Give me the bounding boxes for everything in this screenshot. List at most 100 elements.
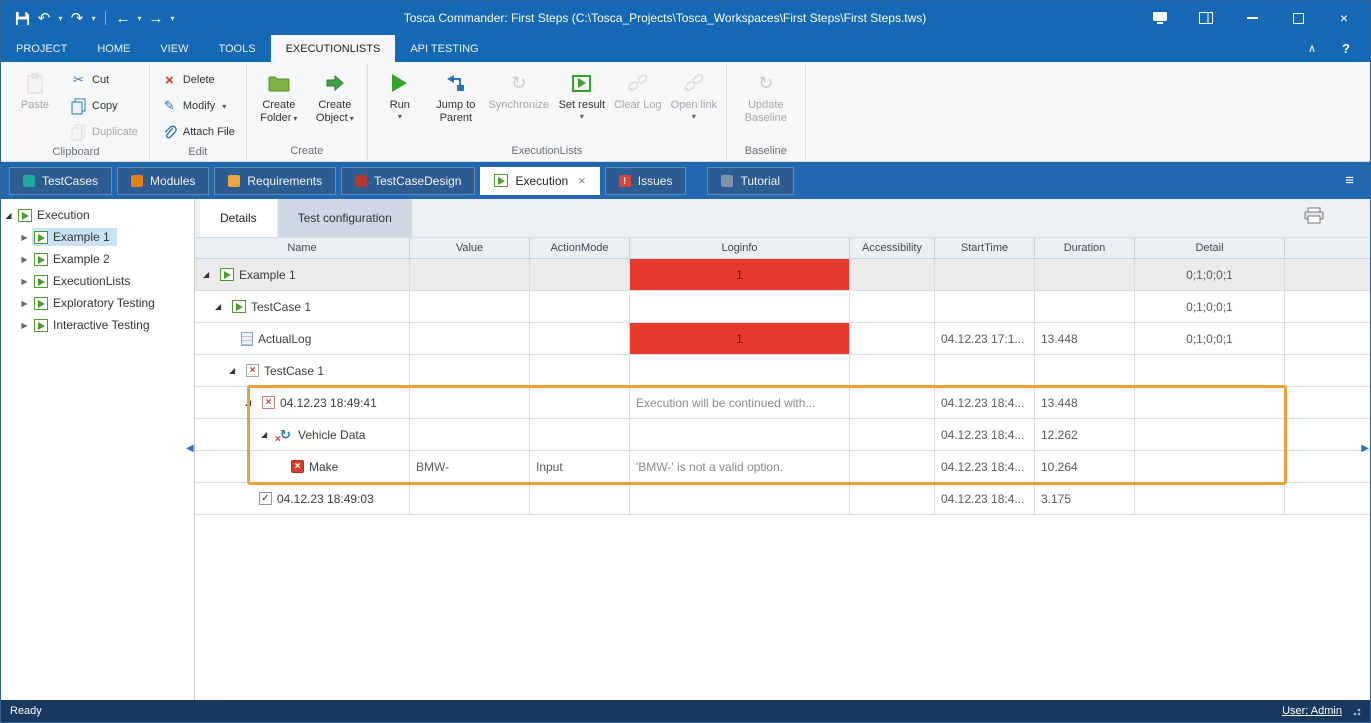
cell-filler (1285, 259, 1370, 291)
create-folder-button[interactable]: Create Folder▾ (251, 66, 307, 144)
redo-icon[interactable]: ↷ (66, 6, 88, 30)
create-object-button[interactable]: Create Object▾ (307, 66, 363, 144)
tab-details[interactable]: Details (200, 199, 277, 237)
cell-detail (1135, 387, 1285, 419)
cell-value (410, 259, 530, 291)
help-icon[interactable]: ? (1342, 41, 1350, 56)
print-icon[interactable] (1304, 207, 1324, 229)
table-row-actuallog[interactable]: ActualLog 1 04.12.23 17:1... 13.448 0;1;… (195, 323, 1370, 355)
table-row-testcase-1[interactable]: ◢ TestCase 1 0;1;0;0;1 (195, 291, 1370, 323)
tree-item-example-1[interactable]: ▶ Example 1 (1, 226, 194, 248)
close-tab-icon[interactable]: × (578, 173, 586, 188)
tree-item-execution[interactable]: ◢ Execution (1, 204, 194, 226)
tab-list-icon[interactable]: ≡ (1345, 172, 1362, 189)
table-row-example-1[interactable]: ◢ Example 1 1 0;1;0;0;1 (195, 259, 1370, 291)
back-dropdown-icon[interactable]: ▾ (134, 14, 145, 23)
collapse-right-panel-icon[interactable]: ▶ (1361, 443, 1369, 454)
group-label-executionlists: ExecutionLists (368, 144, 726, 161)
undo-dropdown-icon[interactable]: ▾ (55, 14, 66, 23)
user-link[interactable]: User: Admin (1282, 705, 1342, 717)
maximize-button[interactable] (1290, 6, 1306, 30)
column-header-name[interactable]: Name (195, 237, 410, 259)
expand-arrow[interactable]: ◢ (215, 302, 227, 311)
expand-arrow[interactable]: ◢ (229, 366, 241, 375)
delete-button[interactable]: × Delete (154, 67, 242, 93)
set-result-button[interactable]: Set result ▾ (554, 66, 610, 144)
column-header-actionmode[interactable]: ActionMode (530, 237, 630, 259)
copy-button[interactable]: Copy (63, 93, 145, 119)
ribbon-tab-project[interactable]: PROJECT (1, 35, 82, 62)
expand-arrow[interactable]: ▶ (17, 299, 32, 308)
tab-testcasedesign[interactable]: TestCaseDesign (341, 167, 475, 195)
minimize-button[interactable] (1244, 6, 1260, 30)
forward-icon[interactable]: → (145, 6, 167, 30)
expand-arrow[interactable]: ◢ (1, 211, 16, 220)
tree-item-example-2[interactable]: ▶ Example 2 (1, 248, 194, 270)
expand-arrow[interactable]: ◢ (245, 398, 257, 407)
layout-icon[interactable] (1198, 6, 1214, 30)
table-row-log-entry-failed[interactable]: ◢ × 04.12.23 18:49:41 Execution will be … (195, 387, 1370, 419)
expand-arrow[interactable]: ◢ (261, 430, 273, 439)
tutorial-icon (721, 175, 733, 187)
column-header-starttime[interactable]: StartTime (935, 237, 1035, 259)
column-header-duration[interactable]: Duration (1035, 237, 1135, 259)
forward-dropdown-icon[interactable]: ▾ (167, 14, 178, 23)
expand-arrow[interactable]: ◢ (203, 270, 215, 279)
create-folder-dropdown-icon[interactable]: ▾ (293, 114, 297, 123)
tab-label: Modules (150, 174, 195, 188)
update-baseline-icon: ↻ (758, 69, 773, 97)
update-baseline-label: Update Baseline (745, 99, 787, 124)
ribbon-tab-tools[interactable]: TOOLS (203, 35, 270, 62)
tree-item-interactive-testing[interactable]: ▶ Interactive Testing (1, 314, 194, 336)
tree-item-executionlists[interactable]: ▶ ExecutionLists (1, 270, 194, 292)
ribbon-tab-home[interactable]: HOME (82, 35, 145, 62)
close-button[interactable]: × (1336, 6, 1352, 30)
column-header-loginfo[interactable]: Loginfo (630, 237, 850, 259)
collapse-left-panel-icon[interactable]: ◀ (186, 443, 194, 454)
expand-arrow[interactable]: ▶ (17, 255, 32, 264)
expand-arrow[interactable]: ▶ (17, 321, 32, 330)
set-result-dropdown-icon[interactable]: ▾ (580, 113, 584, 121)
column-header-accessibility[interactable]: Accessibility (850, 237, 935, 259)
ribbon-tab-api-testing[interactable]: API TESTING (395, 35, 493, 62)
paste-icon (26, 69, 44, 97)
ribbon-tab-view[interactable]: VIEW (145, 35, 203, 62)
cut-button[interactable]: ✂ Cut (63, 67, 145, 93)
modify-dropdown-icon[interactable]: ▾ (222, 103, 226, 111)
collapse-ribbon-icon[interactable]: ∧ (1308, 42, 1316, 55)
expand-arrow[interactable]: ▶ (17, 277, 32, 286)
modify-button[interactable]: ✎ Modify ▾ (154, 93, 242, 119)
tab-requirements[interactable]: Requirements (214, 167, 336, 195)
expand-arrow[interactable]: ▶ (17, 233, 32, 242)
tab-tutorial[interactable]: Tutorial (707, 167, 794, 195)
save-icon[interactable] (11, 6, 33, 30)
run-dropdown-icon[interactable]: ▾ (398, 113, 402, 121)
create-object-dropdown-icon[interactable]: ▾ (350, 114, 354, 123)
tab-issues[interactable]: ! Issues (605, 167, 687, 195)
jump-to-parent-button[interactable]: Jump to Parent (428, 66, 484, 144)
tab-test-configuration[interactable]: Test configuration (278, 199, 412, 237)
cell-name: Vehicle Data (298, 428, 365, 442)
redo-dropdown-icon[interactable]: ▾ (88, 14, 99, 23)
table-row-testcase-1-log[interactable]: ◢ × TestCase 1 (195, 355, 1370, 387)
tab-testcases[interactable]: TestCases (9, 167, 112, 195)
undo-icon[interactable]: ↶ (33, 6, 55, 30)
run-button[interactable]: Run ▾ (372, 66, 428, 144)
table-row-log-entry-passed[interactable]: ✓ 04.12.23 18:49:03 04.12.23 18:4... 3.1… (195, 483, 1370, 515)
table-row-make[interactable]: × Make BMW- Input 'BMW-' is not a valid … (195, 451, 1370, 483)
back-icon[interactable]: ← (112, 6, 134, 30)
display-icon[interactable] (1152, 6, 1168, 30)
ribbon-tab-executionlists[interactable]: EXECUTIONLISTS (271, 35, 396, 62)
table-row-vehicle-data[interactable]: ◢ ↻× Vehicle Data 04.12.23 18:4... 12.26… (195, 419, 1370, 451)
synchronize-button: ↻ Synchronize (484, 66, 554, 144)
tab-execution[interactable]: Execution × (480, 167, 599, 195)
tab-modules[interactable]: Modules (117, 167, 209, 195)
attach-file-icon (161, 124, 178, 141)
column-header-detail[interactable]: Detail (1135, 237, 1285, 259)
issues-icon: ! (619, 175, 631, 187)
document-tab-bar: TestCases Modules Requirements TestCaseD… (1, 162, 1370, 199)
attach-file-button[interactable]: Attach File (154, 119, 242, 145)
column-header-value[interactable]: Value (410, 237, 530, 259)
tree-item-exploratory-testing[interactable]: ▶ Exploratory Testing (1, 292, 194, 314)
resize-grip-icon[interactable] (1351, 706, 1361, 716)
